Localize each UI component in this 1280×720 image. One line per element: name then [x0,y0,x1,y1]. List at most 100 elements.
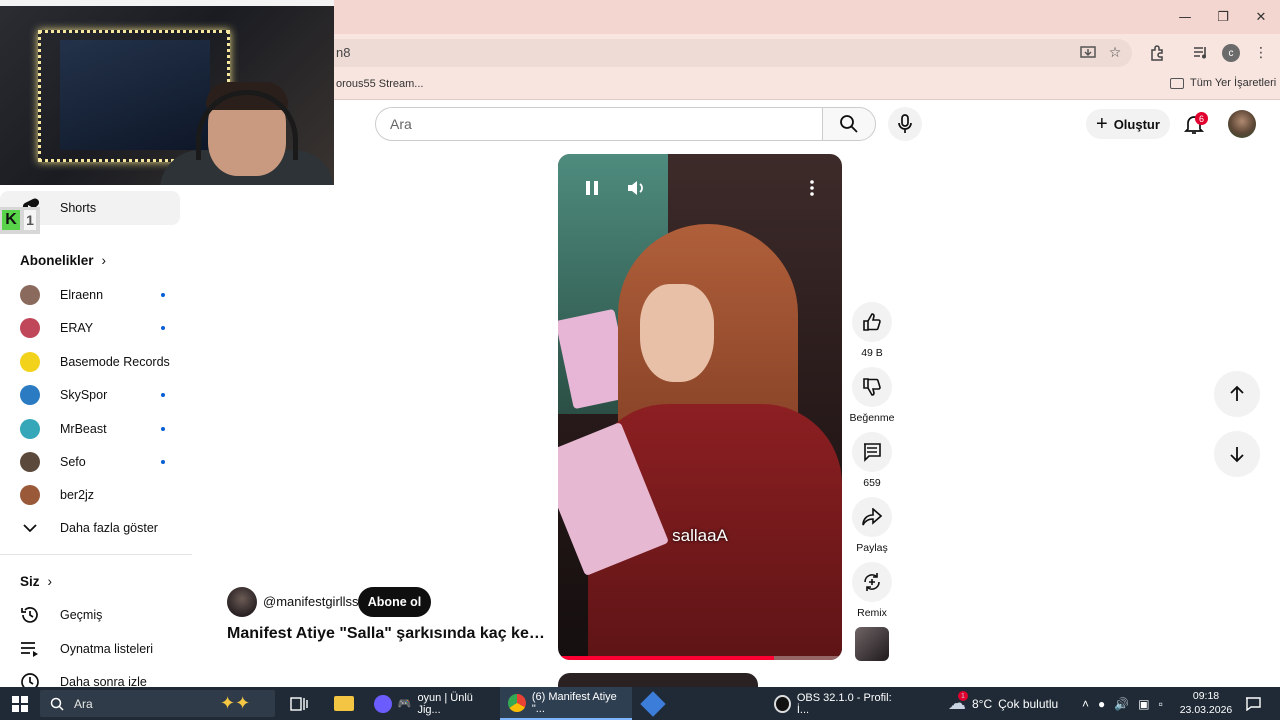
channel-avatar [20,351,40,372]
arrow-up-icon [1230,385,1244,401]
pinned-app-icon[interactable] [636,687,666,720]
display-icon[interactable]: ▫ [1159,697,1163,711]
search-icon [840,115,858,133]
sidebar-channel-item[interactable]: Elraenn [0,278,180,312]
app-icon [374,694,392,713]
comments-button[interactable] [852,432,892,472]
remix-icon [864,573,880,591]
file-explorer-icon[interactable] [326,687,354,720]
windows-start-icon[interactable] [12,696,28,712]
address-bar[interactable]: n8 [300,39,1132,67]
search-placeholder: Ara [390,116,412,132]
arrow-down-icon [1230,447,1244,463]
channel-handle[interactable]: @manifestgirllss [263,594,359,609]
sound-thumbnail[interactable] [855,627,889,661]
sidebar-item-playlists[interactable]: Oynatma listeleri [0,632,180,666]
sidebar-channel-item[interactable]: ber2jz [0,478,180,512]
kick-logo-left: K [2,210,20,230]
you-heading[interactable]: Siz › [20,574,52,589]
sidebar-channel-item[interactable]: Basemode Records [0,345,180,379]
video-progress-bar[interactable] [558,656,842,660]
sidebar-channel-item[interactable]: SkySpor [0,378,180,412]
chevron-right-icon: › [47,574,53,589]
thumbs-down-icon [863,378,881,396]
weather-temp: 8°C [972,696,993,711]
subscriptions-heading[interactable]: Abonelikler › [20,253,106,268]
webcam-overlay [0,0,334,185]
obs-icon [774,694,791,713]
bookmark-item[interactable]: orous55 Stream... [336,78,423,90]
pause-icon[interactable] [582,178,602,198]
windows-taskbar: Ara ✦✦ 🎮 oyun | Ünlü Jig... (6) Manifest… [0,687,1280,720]
like-count: 49 B [861,347,883,359]
weather-widget[interactable]: ☁ 1 8°C Çok bulutlu [948,687,1058,720]
channel-avatar [20,285,40,305]
previous-short-button[interactable] [1214,371,1260,417]
microphone-icon[interactable]: ● [1098,697,1105,711]
channel-avatar [20,452,40,472]
like-button[interactable] [852,302,892,342]
chevron-up-icon[interactable]: ˄ [1082,697,1089,711]
share-button[interactable] [852,497,892,537]
sparkle-icon: ✦✦ [220,693,251,713]
remix-button[interactable] [852,562,892,602]
subscribe-button[interactable]: Abone ol [358,587,431,617]
close-icon[interactable]: ✕ [1248,6,1274,28]
taskbar-app-label: (6) Manifest Atiye "... [531,690,617,715]
maximize-icon[interactable]: ❐ [1210,6,1236,28]
sidebar-channel-label: Basemode Records [60,354,170,369]
browser-menu-icon[interactable]: ⋮ [1250,42,1272,64]
system-tray: ˄ ● 🔊 ▣ ▫ [1082,687,1163,720]
video-caption: sallaaA [672,526,728,545]
next-short-preview[interactable] [558,673,758,687]
chrome-icon [508,693,526,712]
more-options-icon[interactable] [802,178,822,198]
sidebar-channel-item[interactable]: MrBeast [0,412,180,446]
sidebar-divider [0,554,192,555]
clock-time: 09:18 [1192,690,1220,702]
taskbar-app-chrome[interactable]: (6) Manifest Atiye "... [500,687,632,720]
account-avatar[interactable] [1228,110,1256,138]
cloud-icon: ☁ 1 [948,691,968,713]
chevron-right-icon: › [101,253,107,268]
channel-avatar [20,485,40,506]
extensions-icon[interactable] [1146,42,1168,64]
search-button[interactable] [822,107,876,141]
install-app-icon[interactable] [1077,42,1099,64]
media-control-icon[interactable] [1190,42,1212,64]
sidebar-channel-item[interactable]: ERAY [0,311,180,345]
all-bookmarks[interactable]: Tüm Yer İşaretleri [1170,77,1276,89]
short-video-player[interactable]: sallaaA [558,154,842,660]
notification-center-icon[interactable] [1245,687,1261,720]
folder-icon [1170,77,1184,89]
taskbar-app-obs[interactable]: OBS 32.1.0 - Profil: İ... [766,687,898,720]
new-content-dot [161,293,165,297]
video-title[interactable]: Manifest Atiye "Salla" şarkısında kaç ke… [227,625,547,643]
playlist-icon [20,639,40,659]
taskbar-search[interactable]: Ara ✦✦ [40,690,275,717]
sidebar-item-history[interactable]: Geçmiş [0,598,180,632]
sidebar-channel-label: Sefo [60,455,86,469]
taskbar-search-placeholder: Ara [74,696,93,711]
search-input[interactable]: Ara [375,107,823,141]
show-more-button[interactable]: Daha fazla göster [0,511,180,545]
voice-search-button[interactable] [888,107,922,141]
minimize-icon[interactable]: — [1172,6,1198,28]
speaker-icon[interactable]: 🔊 [1114,697,1129,711]
channel-avatar[interactable] [227,587,257,617]
next-short-button[interactable] [1214,431,1260,477]
share-icon [862,508,882,526]
network-icon[interactable]: ▣ [1138,697,1149,711]
task-view-icon[interactable] [282,687,308,720]
create-button[interactable]: + Oluştur [1086,109,1170,139]
taskbar-app-game[interactable]: 🎮 oyun | Ünlü Jig... [366,687,498,720]
taskbar-clock[interactable]: 09:18 23.03.2026 [1178,689,1234,717]
sidebar-channel-item[interactable]: Sefo [0,445,180,479]
dislike-button[interactable] [852,367,892,407]
bookmark-star-icon[interactable]: ☆ [1104,42,1126,64]
volume-icon[interactable] [626,178,646,198]
profile-avatar[interactable]: c [1222,44,1240,62]
webcam-top-strip [0,0,334,6]
sidebar-channel-label: Elraenn [60,288,104,302]
sidebar-channel-label: ber2jz [60,488,95,503]
